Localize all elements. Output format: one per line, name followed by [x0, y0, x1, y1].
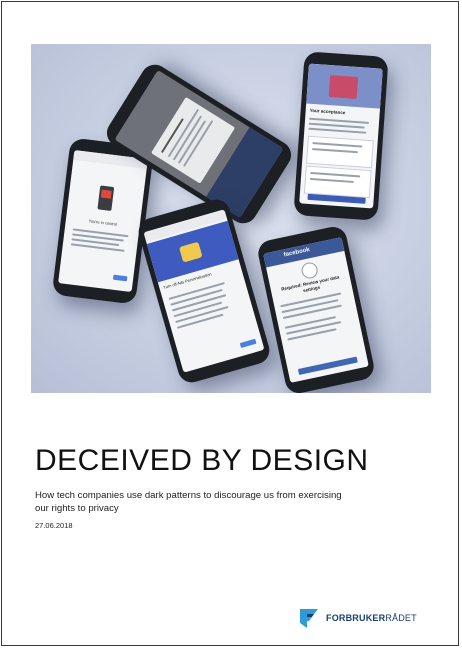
- screen-heading: Your acceptance: [309, 107, 346, 116]
- phone-screen: You're in control: [58, 149, 148, 293]
- phone-screen: Your acceptance: [299, 63, 383, 209]
- phone-facebook: facebook Required: Review your data sett…: [255, 224, 377, 393]
- screen-heading: You're in control: [88, 218, 118, 227]
- document-title: DECEIVED BY DESIGN: [35, 444, 369, 477]
- facebook-wordmark: facebook: [283, 247, 311, 259]
- forbrukerradet-mark-icon: [300, 609, 318, 628]
- logo-word-bold: FORBRUKER: [326, 613, 386, 623]
- phone-google-privacy: You're in control: [51, 137, 155, 305]
- logo-wordmark: FORBRUKERRÅDET: [326, 613, 417, 623]
- document-subtitle: How tech companies use dark patterns to …: [35, 490, 342, 514]
- cover-page: You're in control Your acceptance Turn o…: [1, 1, 459, 646]
- logo-word-light: RÅDET: [385, 613, 417, 623]
- cover-photo: You're in control Your acceptance Turn o…: [31, 44, 431, 393]
- publication-date: 27.06.2018: [35, 521, 73, 530]
- phone-your-acceptance: Your acceptance: [293, 51, 389, 221]
- phone-screen: facebook Required: Review your data sett…: [263, 237, 369, 383]
- phone-screen: Turn off Ads Personalization: [143, 209, 265, 373]
- forbrukerradet-logo: FORBRUKERRÅDET: [298, 607, 417, 629]
- phone-ads-personalization: Turn off Ads Personalization: [135, 196, 273, 386]
